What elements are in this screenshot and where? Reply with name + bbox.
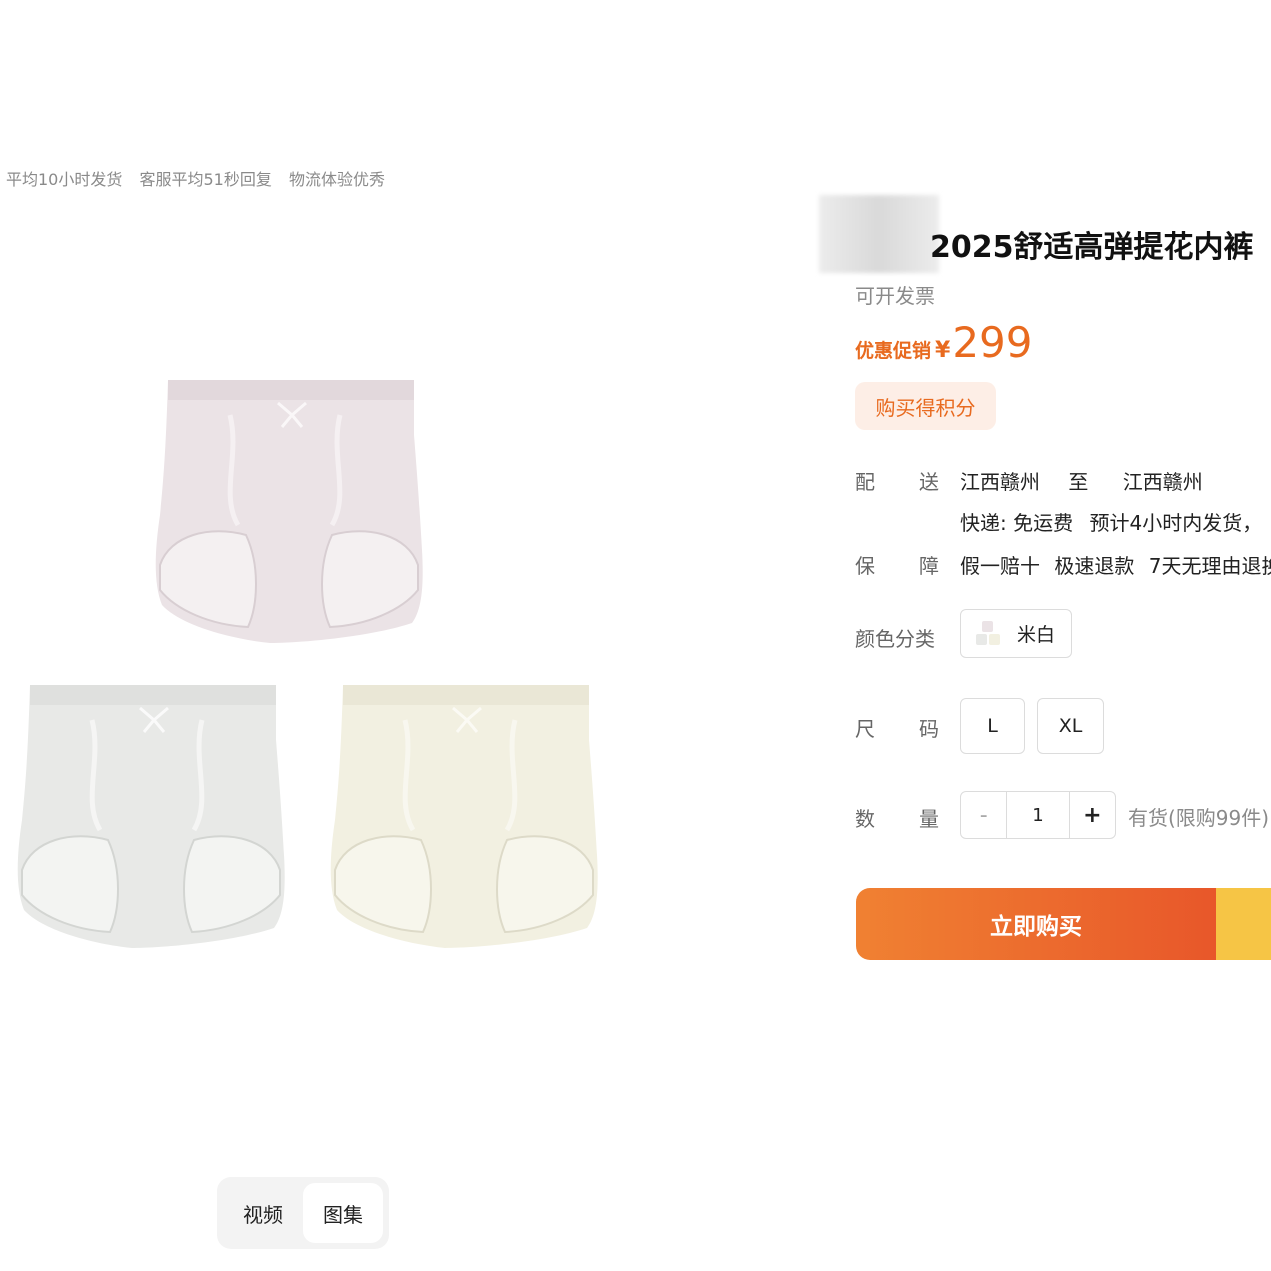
service-badges: 平均10小时发货 客服平均51秒回复 物流体验优秀 <box>6 166 397 190</box>
buy-now-button[interactable]: 立即购买 <box>856 888 1216 960</box>
size-option-xl[interactable]: XL <box>1037 698 1104 754</box>
guarantee-list[interactable]: 假一赔十 极速退款 7天无理由退换 <box>960 550 1271 579</box>
delivery-label-b: 送 <box>919 470 939 494</box>
shipping-info: 快递: 免运费 预计4小时内发货， <box>960 507 1271 536</box>
product-image-grey <box>12 680 292 950</box>
shipping-fee: 快递: 免运费 <box>960 511 1074 535</box>
guarantee-item: 7天无理由退换 <box>1148 554 1271 578</box>
price-row: 优惠促销 ¥ 299 <box>855 318 1033 367</box>
product-gallery[interactable] <box>0 360 620 960</box>
quantity-input[interactable]: 1 <box>1006 792 1070 838</box>
price-value: 299 <box>952 318 1033 367</box>
quantity-label-a: 数 <box>855 807 875 831</box>
shipping-eta: 预计4小时内发货， <box>1089 511 1263 535</box>
invoice-note: 可开发票 <box>855 284 935 308</box>
tab-video[interactable]: 视频 <box>223 1183 303 1243</box>
promo-label: 优惠促销 <box>855 340 932 362</box>
size-option-l[interactable]: L <box>960 698 1025 754</box>
delivery-label-a: 配 <box>855 470 875 494</box>
delivery-route[interactable]: 江西赣州 至 江西赣州 <box>960 466 1225 495</box>
points-badge[interactable]: 购买得积分 <box>855 382 996 430</box>
color-option-label: 米白 <box>1017 624 1056 646</box>
delivery-to: 江西赣州 <box>1122 470 1203 494</box>
product-image-pink <box>150 375 430 645</box>
tab-gallery[interactable]: 图集 <box>303 1183 383 1243</box>
product-title: 2025舒适高弹提花内裤 <box>930 230 1254 265</box>
service-badge-support: 客服平均51秒回复 <box>139 170 272 189</box>
blurred-brand-name <box>819 195 939 273</box>
guarantee-item: 假一赔十 <box>960 554 1040 578</box>
stock-status: 有货(限购99件) <box>1128 806 1270 830</box>
quantity-decrease-button[interactable]: - <box>961 792 1006 838</box>
size-label: 尺 码 <box>855 713 939 742</box>
color-label: 颜色分类 <box>855 627 935 651</box>
size-label-a: 尺 <box>855 717 875 741</box>
quantity-label-b: 量 <box>919 807 939 831</box>
guarantee-label: 保 障 <box>855 550 939 579</box>
guarantee-label-a: 保 <box>855 554 875 578</box>
service-badge-logistics: 物流体验优秀 <box>288 170 385 189</box>
quantity-increase-button[interactable]: + <box>1070 792 1115 838</box>
guarantee-item: 极速退款 <box>1054 554 1135 578</box>
product-image-cream <box>325 680 605 950</box>
guarantee-label-b: 障 <box>919 554 939 578</box>
quantity-stepper: - 1 + <box>960 791 1116 839</box>
delivery-label: 配 送 <box>855 466 939 495</box>
color-thumbnail-icon <box>976 620 1000 645</box>
quantity-label: 数 量 <box>855 803 939 832</box>
color-option[interactable]: 米白 <box>960 609 1072 658</box>
size-label-b: 码 <box>919 717 939 741</box>
delivery-from: 江西赣州 <box>960 470 1040 494</box>
product-detail-page: 平均10小时发货 客服平均51秒回复 物流体验优秀 视频 图集 2025舒适高弹… <box>0 0 1271 1271</box>
service-badge-shipping: 平均10小时发货 <box>6 170 123 189</box>
media-toggle: 视频 图集 <box>217 1177 389 1249</box>
currency-symbol: ¥ <box>935 338 951 363</box>
delivery-to-word: 至 <box>1068 470 1089 494</box>
add-to-cart-button[interactable] <box>1216 888 1271 960</box>
